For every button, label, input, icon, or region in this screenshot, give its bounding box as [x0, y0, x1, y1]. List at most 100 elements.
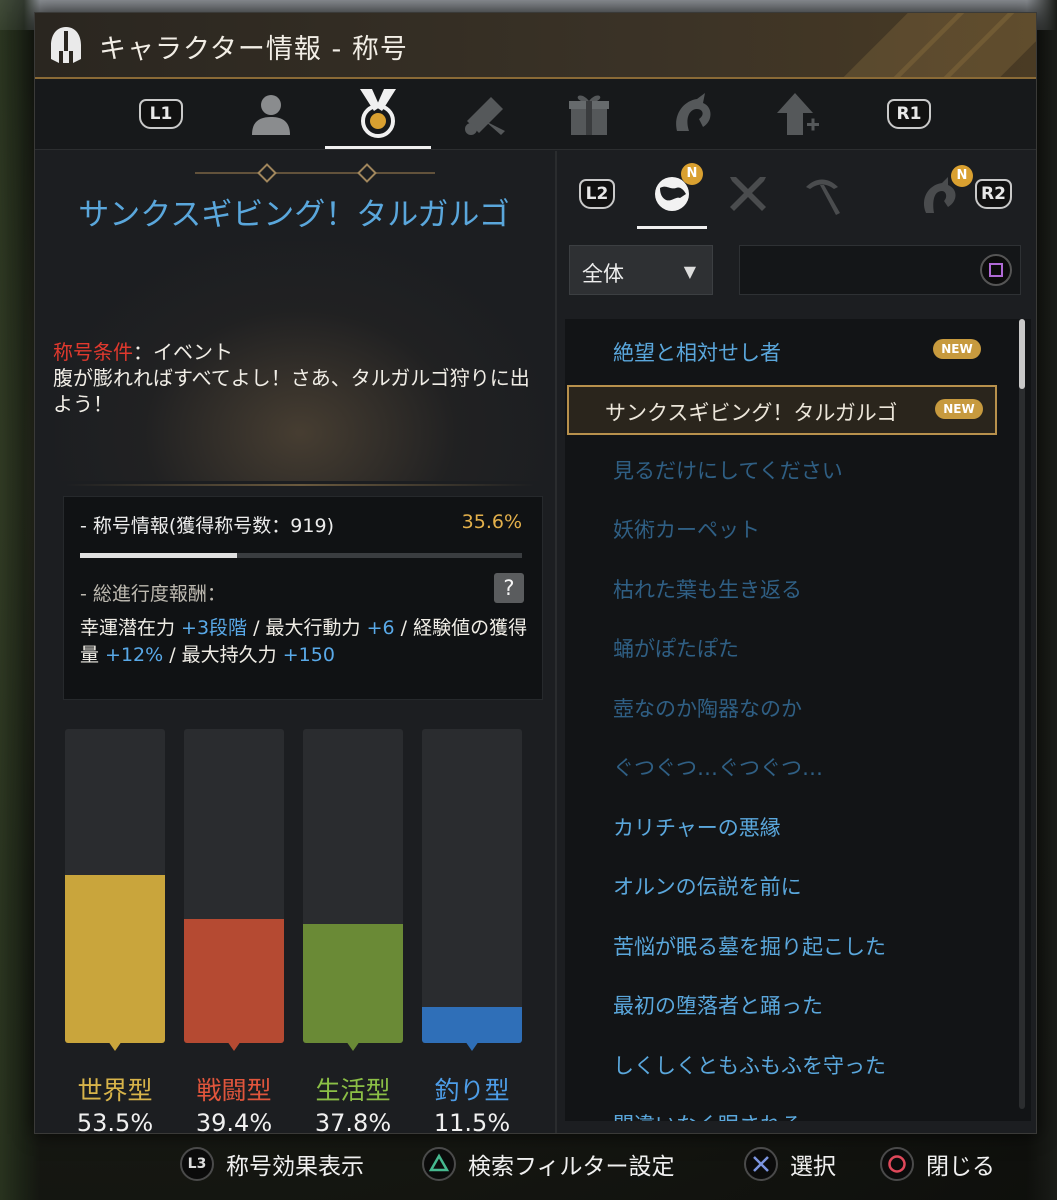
tab-growth[interactable]: [747, 79, 847, 149]
category-track: [422, 729, 522, 1043]
category-percent: 37.8%: [314, 1109, 392, 1137]
condition-value: ：イベント: [133, 340, 233, 364]
close-hint[interactable]: 閉じる: [880, 1144, 995, 1184]
hint-label: 選択: [790, 1154, 836, 1180]
category-name: 生活型: [315, 1076, 391, 1105]
title-condition: 称号条件：イベント 腹が膨れればすべてよし！さあ、タルガルゴ狩りに出よう！: [53, 339, 533, 417]
tab-new-titles[interactable]: N: [637, 161, 707, 229]
reward-value: +150: [282, 644, 335, 666]
category-percent: 53.5%: [76, 1109, 154, 1137]
category-track: [184, 729, 284, 1043]
category-percent: 39.4%: [195, 1109, 273, 1137]
title-list-item[interactable]: 苦悩が眠る墓を掘り起こした: [575, 919, 995, 969]
category-fill: [65, 875, 165, 1043]
dragon-icon: [676, 93, 711, 131]
crossed-swords-icon: [730, 177, 766, 211]
title-progress-percent: 35.6%: [461, 511, 522, 533]
window-title: キャラクター情報 - 称号: [99, 34, 408, 65]
person-icon: [252, 95, 290, 135]
title-list-item[interactable]: 妖術カーペット: [575, 502, 995, 552]
title-list-item[interactable]: 絶望と相対せし者 NEW: [575, 325, 995, 375]
category-fill: [303, 924, 403, 1043]
square-button-icon[interactable]: [980, 254, 1012, 286]
category-progress-columns: 世界型 53.5% 戦闘型 39.4% 生活型 37.8% 釣り型 11.5%: [65, 729, 535, 1137]
title-list-panel: L2 N N R2 全体 ▼ 絶望と相対せし者 NEW サンクスギビング！タルガ…: [557, 151, 1036, 1133]
character-info-window: キャラクター情報 - 称号 L1 R1 サンクスギビング！タルガルゴ 称号条件：…: [34, 12, 1037, 1137]
title-list-item[interactable]: 蛹がぽたぽた: [575, 621, 995, 671]
title-list-item-label: しくしくともふもふを守った: [613, 1054, 886, 1078]
category-name: 釣り型: [434, 1076, 510, 1105]
title-list-item-label: オルンの伝説を前に: [613, 875, 802, 899]
title-bar-decoration: [816, 13, 1036, 77]
title-list-item-selected[interactable]: サンクスギビング！タルガルゴ NEW: [567, 385, 997, 435]
title-list-item-label: 壺なのか陶器なのか: [613, 697, 802, 721]
scrollbar-thumb[interactable]: [1019, 319, 1025, 389]
title-list-item[interactable]: 最初の堕落者と踊った: [575, 978, 995, 1028]
category-name: 世界型: [77, 1076, 153, 1105]
section-divider: [65, 484, 535, 486]
helmet-icon: [51, 27, 81, 63]
tab-profile[interactable]: [221, 79, 321, 149]
dropdown-selected-value: 全体: [582, 262, 624, 286]
r1-button[interactable]: R1: [887, 99, 931, 129]
title-info-box: - 称号情報(獲得称号数：919) 35.6% - 総進行度報酬： ? 幸運潜在…: [63, 496, 543, 700]
title-list-item[interactable]: オルンの伝説を前に: [575, 859, 995, 909]
upgrade-arrow-icon: [777, 93, 819, 135]
title-list-item[interactable]: 間違いなく眠される: [575, 1097, 995, 1121]
category-percent: 11.5%: [433, 1109, 511, 1137]
title-progress-fill: [80, 553, 238, 558]
hint-label: 検索フィルター設定: [468, 1154, 675, 1180]
title-list-item[interactable]: カリチャーの悪縁: [575, 800, 995, 850]
new-badge: N: [681, 163, 703, 185]
pickaxe-icon: [806, 179, 840, 215]
main-tab-bar: L1 R1: [35, 79, 1036, 150]
condition-label: 称号条件: [53, 340, 133, 364]
title-list-item-label: 枯れた葉も生き返る: [613, 578, 802, 602]
category-filter-dropdown[interactable]: 全体 ▼: [569, 245, 713, 295]
new-badge: NEW: [935, 399, 983, 419]
tab-quest-scroll[interactable]: [435, 79, 535, 149]
chevron-down-icon: ▼: [683, 262, 696, 281]
title-list-item[interactable]: ぐつぐつ…ぐつぐつ…: [575, 740, 995, 790]
title-info-header: - 称号情報(獲得称号数：919): [80, 515, 334, 537]
category-track: [303, 729, 403, 1043]
title-list-item[interactable]: 見るだけにしてください: [575, 443, 995, 493]
search-filter-hint[interactable]: 検索フィルター設定: [422, 1144, 675, 1184]
title-description: 腹が膨れればすべてよし！さあ、タルガルゴ狩りに出よう！: [53, 366, 530, 416]
title-list-item-label: 蛹がぽたぽた: [613, 637, 739, 661]
category-name: 戦闘型: [196, 1076, 272, 1105]
category-fill: [184, 919, 284, 1043]
tab-combat-titles[interactable]: [713, 161, 783, 229]
reward-value: +3段階: [181, 617, 248, 639]
title-list-item[interactable]: 枯れた葉も生き返る: [575, 562, 995, 612]
title-bar[interactable]: キャラクター情報 - 称号: [35, 13, 1036, 79]
tab-fishing-titles[interactable]: N: [905, 161, 975, 229]
reward-value: +6: [366, 617, 395, 639]
l2-button[interactable]: L2: [579, 179, 615, 209]
title-divider-ornament: [195, 163, 435, 183]
controller-hint-bar: L3 称号効果表示 検索フィルター設定 選択 閉じる: [140, 1138, 1040, 1188]
title-list: 絶望と相対せし者 NEW サンクスギビング！タルガルゴ NEW 見るだけにしてく…: [565, 319, 1031, 1121]
help-button[interactable]: ?: [494, 573, 524, 603]
tab-title[interactable]: [325, 79, 431, 149]
title-list-item-label: カリチャーの悪縁: [613, 816, 781, 840]
l1-button[interactable]: L1: [139, 99, 183, 129]
toggle-title-effects-hint[interactable]: L3 称号効果表示: [180, 1144, 364, 1184]
title-list-item[interactable]: しくしくともふもふを守った: [575, 1038, 995, 1088]
title-search-input[interactable]: [739, 245, 1021, 295]
tab-life-titles[interactable]: [787, 161, 857, 229]
title-list-item-label: 苦悩が眠る墓を掘り起こした: [613, 935, 886, 959]
reward-text: / 最大持久力: [163, 644, 283, 666]
new-badge: NEW: [933, 339, 981, 359]
title-list-item[interactable]: 壺なのか陶器なのか: [575, 681, 995, 731]
tab-pet[interactable]: [643, 79, 743, 149]
category-pointer: [108, 1041, 122, 1051]
title-list-scrollbar[interactable]: [1019, 319, 1025, 1109]
category-pointer: [227, 1041, 241, 1051]
title-progress-bar: [80, 553, 522, 558]
reward-details: 幸運潜在力 +3段階 / 最大行動力 +6 / 経験値の獲得量 +12% / 最…: [80, 615, 530, 669]
scroll-icon: [465, 97, 505, 135]
select-hint[interactable]: 選択: [744, 1144, 836, 1184]
r2-button[interactable]: R2: [975, 179, 1012, 209]
tab-gift[interactable]: [539, 79, 639, 149]
